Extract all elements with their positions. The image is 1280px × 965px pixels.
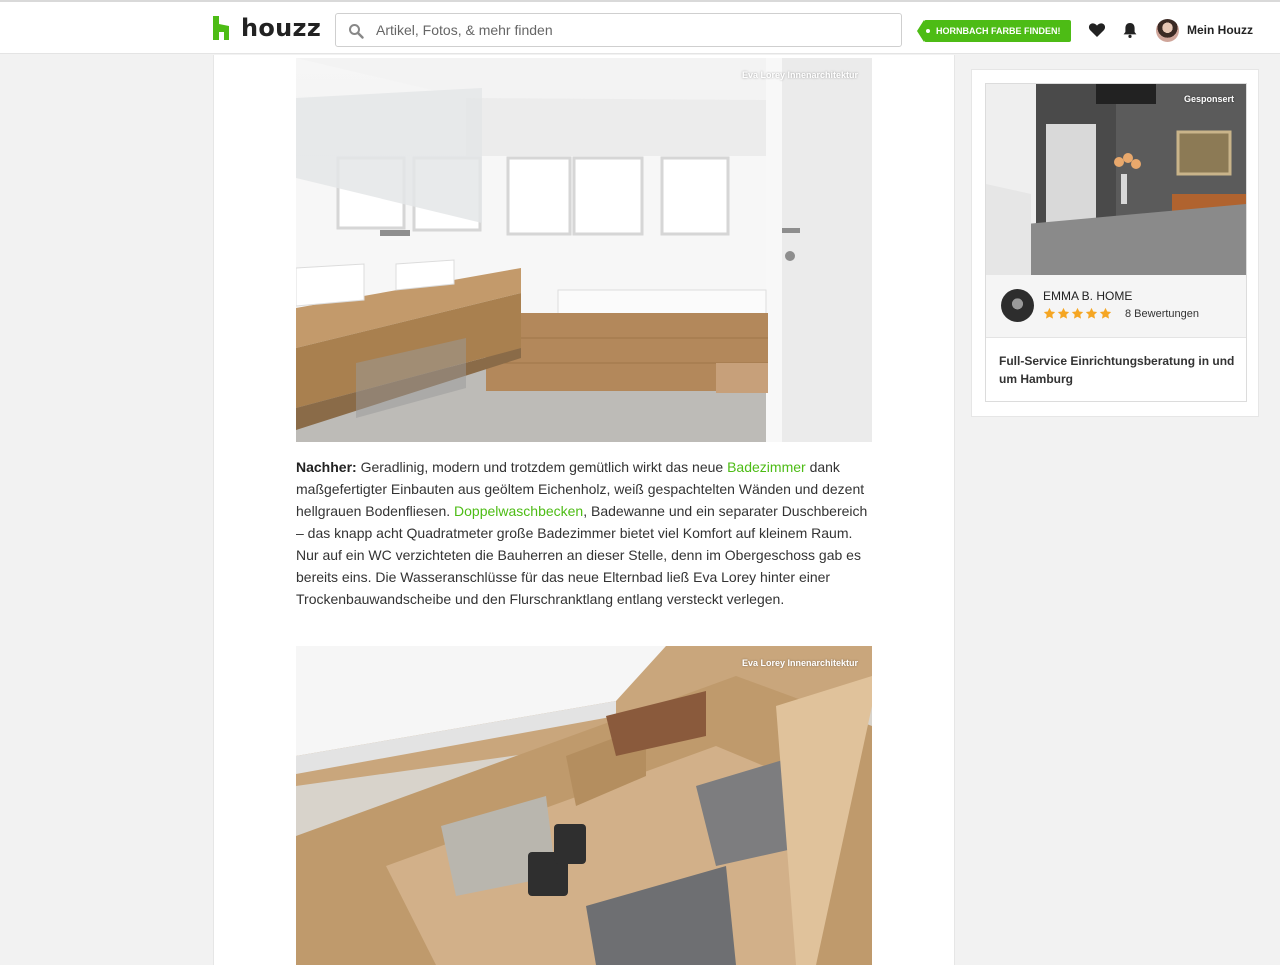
article-paragraph: Nachher: Geradlinig, modern und trotzdem… bbox=[296, 456, 876, 610]
review-count[interactable]: 8 Bewertungen bbox=[1125, 308, 1199, 320]
lead-label: Nachher: bbox=[296, 459, 357, 475]
pro-name[interactable]: EMMA B. HOME bbox=[1043, 289, 1132, 303]
drawer-illustration bbox=[296, 646, 872, 965]
badezimmer-link[interactable]: Badezimmer bbox=[727, 459, 806, 475]
logo-text: houzz bbox=[241, 14, 322, 42]
search-icon bbox=[349, 24, 364, 39]
star-icon bbox=[1043, 307, 1056, 319]
photo-credit: Eva Lorey Innenarchitektur bbox=[741, 658, 858, 668]
bell-icon[interactable] bbox=[1121, 21, 1139, 39]
interior-illustration bbox=[986, 84, 1246, 275]
pro-info: EMMA B. HOME 8 Bewertungen bbox=[986, 275, 1246, 338]
ad-photo[interactable]: Gesponsert bbox=[986, 84, 1246, 275]
heart-icon[interactable] bbox=[1088, 21, 1106, 39]
star-icon bbox=[1071, 307, 1084, 319]
bathroom-photo[interactable]: Eva Lorey Innenarchitektur bbox=[296, 58, 872, 442]
search-input[interactable] bbox=[376, 14, 896, 46]
houzz-logo[interactable]: houzz bbox=[213, 14, 321, 42]
star-icon bbox=[1099, 307, 1112, 319]
pro-description: Full-Service Einrichtungsberatung in und… bbox=[999, 354, 1235, 386]
houzz-logo-icon bbox=[213, 16, 229, 40]
search-box bbox=[335, 13, 902, 47]
paragraph-text: Geradlinig, modern und trotzdem gemütlic… bbox=[356, 459, 728, 475]
doppelwaschbecken-link[interactable]: Doppelwaschbecken bbox=[454, 503, 583, 519]
bathroom-illustration bbox=[296, 58, 872, 442]
mein-houzz-link[interactable]: Mein Houzz bbox=[1187, 23, 1253, 37]
rating-stars bbox=[1043, 307, 1112, 320]
photo-credit: Eva Lorey Innenarchitektur bbox=[741, 70, 858, 80]
user-avatar[interactable] bbox=[1156, 19, 1179, 42]
promo-button[interactable]: HORNBACH FARBE FINDEN! bbox=[917, 20, 1071, 42]
sponsored-pro-card[interactable]: Gesponsert EMMA B. HOME 8 Bewertungen Fu… bbox=[985, 83, 1247, 402]
top-navigation-bar: houzz HORNBACH FARBE FINDEN! Mein Houzz bbox=[0, 0, 1280, 54]
star-icon bbox=[1085, 307, 1098, 319]
sponsored-label: Gesponsert bbox=[1183, 94, 1234, 104]
star-icon bbox=[1057, 307, 1070, 319]
pro-avatar[interactable] bbox=[1001, 289, 1034, 322]
drawer-photo[interactable]: Eva Lorey Innenarchitektur bbox=[296, 646, 872, 965]
